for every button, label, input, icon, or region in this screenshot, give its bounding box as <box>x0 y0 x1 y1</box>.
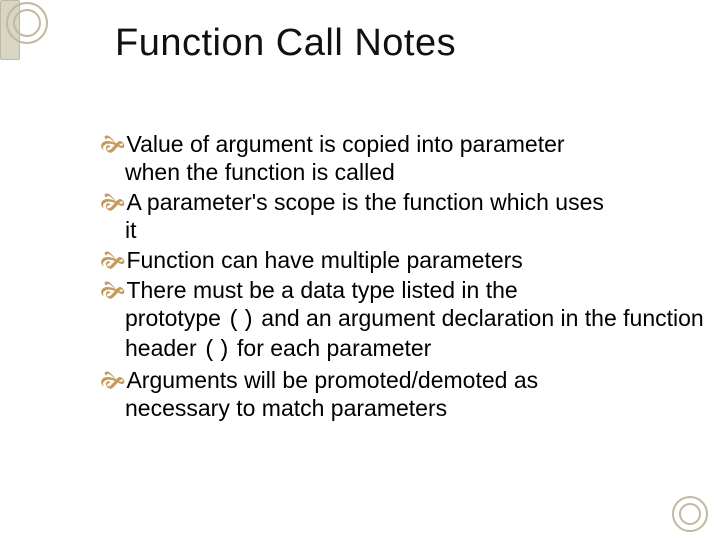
bullet-text-cont: when the function is called <box>125 158 705 186</box>
bullet-icon: 🙞 <box>100 246 125 274</box>
list-item: 🙞There must be a data type listed in the… <box>100 276 705 364</box>
list-item: 🙞Function can have multiple parameters <box>100 246 705 274</box>
list-item: 🙞A parameter's scope is the function whi… <box>100 188 705 244</box>
text-fragment: prototype <box>125 305 227 331</box>
bullet-text: Function can have multiple parameters <box>126 247 522 273</box>
bullet-text: Arguments will be promoted/demoted as <box>126 367 538 393</box>
bullet-icon: 🙞 <box>100 366 125 394</box>
list-item: 🙞Arguments will be promoted/demoted as n… <box>100 366 705 422</box>
bullet-icon: 🙞 <box>100 276 125 304</box>
deco-ring-inner <box>679 503 701 525</box>
decoration-bottom-right <box>650 492 710 532</box>
code-fragment: () <box>227 307 255 333</box>
decoration-top-left <box>0 0 50 60</box>
list-item: 🙞Value of argument is copied into parame… <box>100 130 705 186</box>
bullet-text: A parameter's scope is the function whic… <box>126 189 603 215</box>
bullet-text-cont: necessary to match parameters <box>125 394 705 422</box>
code-fragment: () <box>203 337 231 363</box>
bullet-icon: 🙞 <box>100 188 125 216</box>
bullet-text: There must be a data type listed in the <box>126 277 517 303</box>
bullet-icon: 🙞 <box>100 130 125 158</box>
slide: Function Call Notes 🙞Value of argument i… <box>0 0 720 540</box>
bullet-text-cont: it <box>125 216 705 244</box>
bullet-text-cont: prototype () and an argument declaration… <box>125 304 705 364</box>
bullet-text: Value of argument is copied into paramet… <box>126 131 564 157</box>
text-fragment: for each parameter <box>231 335 432 361</box>
slide-title: Function Call Notes <box>115 22 456 65</box>
deco-ring-inner <box>13 9 41 37</box>
slide-body: 🙞Value of argument is copied into parame… <box>100 130 705 424</box>
